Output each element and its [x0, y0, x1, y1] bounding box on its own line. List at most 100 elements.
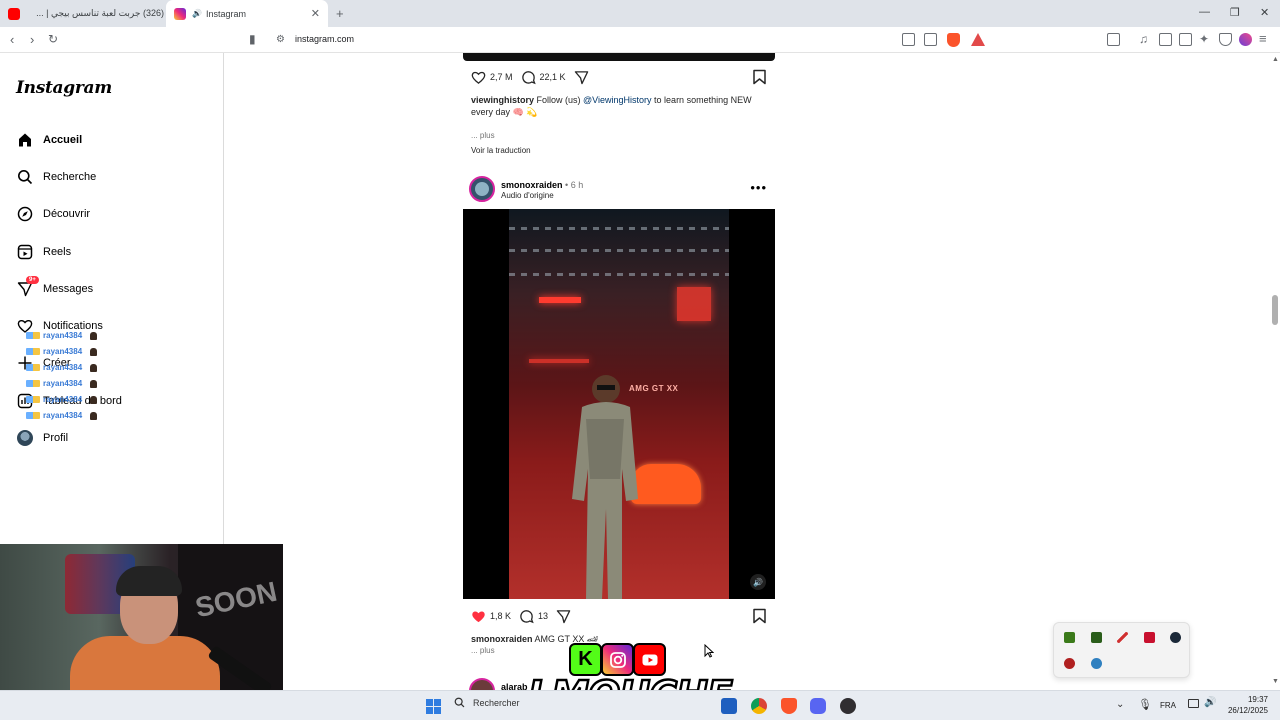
network-icon[interactable]: [1188, 699, 1199, 708]
scroll-up-icon[interactable]: ▲: [1272, 56, 1279, 63]
sidebar-item-search[interactable]: Recherche: [16, 166, 96, 188]
more-options-icon[interactable]: •••: [750, 180, 767, 195]
maximize-icon[interactable]: ❐: [1230, 6, 1240, 19]
url-field[interactable]: instagram.com: [295, 34, 354, 44]
send-icon: [574, 70, 588, 84]
see-translation-link[interactable]: Voir la traduction: [471, 146, 531, 155]
kick-logo: K: [569, 643, 602, 676]
new-tab-icon[interactable]: +: [336, 6, 344, 21]
sidebar-item-reels[interactable]: Reels: [16, 241, 71, 263]
vpn-icon[interactable]: [1219, 33, 1232, 46]
sidebar-toggle-icon[interactable]: [1159, 33, 1172, 46]
steam-icon[interactable]: [1170, 632, 1181, 643]
microphone-icon[interactable]: 🎙: [1138, 698, 1152, 711]
app-icon[interactable]: [1064, 658, 1075, 669]
chevron-up-icon[interactable]: ⌄: [1116, 699, 1124, 710]
instagram-logo[interactable]: Instagram: [16, 78, 112, 98]
chrome-icon[interactable]: [751, 698, 767, 714]
bookmark-icon[interactable]: ▮: [249, 32, 256, 46]
send-icon: [556, 609, 571, 623]
shield-icon[interactable]: [1091, 658, 1102, 669]
caption-more-link[interactable]: ... plus: [471, 646, 495, 655]
caption-username[interactable]: smonoxraiden: [471, 634, 533, 644]
scrollbar-track[interactable]: ▲ ▼: [1270, 53, 1280, 690]
menu-icon[interactable]: ≡: [1259, 31, 1267, 46]
sidebar-item-explore[interactable]: Découvrir: [16, 203, 90, 225]
brave-rewards-icon[interactable]: [971, 33, 985, 46]
sidebar-item-profile[interactable]: Profil: [16, 427, 68, 449]
nvidia-icon[interactable]: [1064, 632, 1075, 643]
forward-icon[interactable]: ›: [30, 32, 34, 47]
taskbar-clock[interactable]: 19:37 26/12/2025: [1222, 694, 1268, 716]
share-icon[interactable]: [924, 33, 937, 46]
tool-icon[interactable]: [1117, 632, 1128, 643]
post-actions: 2,7 M 22,1 K: [471, 69, 597, 85]
tab-youtube[interactable]: (326) جربت لعبة تناسس بيجي | ...: [0, 0, 164, 27]
wallet-icon[interactable]: [1179, 33, 1192, 46]
volume-icon[interactable]: 🔊: [750, 574, 766, 590]
chat-avatar-icon: [90, 395, 98, 404]
store-icon[interactable]: [721, 698, 737, 714]
chat-badge-icons: [26, 348, 40, 355]
comment-button[interactable]: 13: [519, 609, 548, 624]
discord-icon[interactable]: [810, 698, 826, 714]
language-indicator[interactable]: FRA: [1160, 701, 1176, 710]
app-icon[interactable]: [1144, 632, 1155, 643]
reload-icon[interactable]: ↻: [48, 32, 58, 46]
comment-count: 13: [538, 611, 549, 621]
share-button[interactable]: [556, 609, 571, 624]
address-bar: ‹ › ↻ ▮ ⚙ instagram.com ♫ ✦ ≡: [0, 27, 1280, 53]
reel-video-player[interactable]: AMG GT XX 🔊: [463, 209, 775, 599]
like-button[interactable]: 1,8 K: [471, 609, 511, 624]
post-audio-label[interactable]: Audio d'origine: [501, 191, 554, 200]
like-button[interactable]: 2,7 M: [471, 70, 513, 85]
profile-icon[interactable]: [1239, 33, 1252, 46]
brave-icon[interactable]: [781, 698, 797, 714]
site-info-icon[interactable]: ⚙: [276, 34, 285, 45]
close-tab-icon[interactable]: ✕: [311, 7, 320, 20]
sidebar-item-label: Profil: [43, 432, 69, 444]
back-icon[interactable]: ‹: [10, 32, 14, 47]
music-icon[interactable]: ♫: [1139, 32, 1148, 46]
avatar[interactable]: [469, 176, 495, 202]
home-icon: [16, 131, 34, 149]
caption-more-link[interactable]: ... plus: [471, 131, 495, 140]
chat-line: rayan4384: [26, 395, 98, 404]
windows-taskbar: Rechercher ⌄ 🎙 FRA 🔊 19:37 26/12/2025: [0, 690, 1280, 720]
close-window-icon[interactable]: ✕: [1260, 6, 1269, 19]
tab-instagram[interactable]: 🔊 Instagram ✕: [166, 0, 328, 27]
scroll-down-icon[interactable]: ▼: [1272, 678, 1279, 685]
windows-start-icon[interactable]: [426, 699, 441, 714]
post-username[interactable]: alarab: [501, 682, 528, 690]
obs-icon[interactable]: [840, 698, 856, 714]
share-button[interactable]: [574, 70, 589, 85]
caption-mention[interactable]: @ViewingHistory: [583, 95, 652, 105]
cast-icon[interactable]: [902, 33, 915, 46]
chat-line: rayan4384: [26, 379, 98, 388]
sidebar-item-label: Messages: [43, 283, 94, 295]
caption-username[interactable]: viewinghistory: [471, 95, 534, 105]
comment-button[interactable]: 22,1 K: [521, 70, 566, 85]
comment-icon: [520, 609, 534, 623]
media-player-icon[interactable]: [1091, 632, 1102, 643]
brave-shield-icon[interactable]: [947, 33, 960, 47]
volume-icon[interactable]: 🔊: [1204, 697, 1216, 708]
like-count: 2,7 M: [490, 72, 513, 82]
messenger-icon: 9+: [16, 276, 39, 298]
sidebar-item-home[interactable]: Accueil: [16, 129, 82, 151]
minimize-icon[interactable]: —: [1199, 6, 1210, 18]
sidebar-item-messages[interactable]: 9+ Messages: [16, 276, 94, 300]
avatar-icon: [16, 429, 34, 447]
instagram-icon: [174, 7, 186, 20]
extensions-icon[interactable]: ✦: [1199, 32, 1209, 46]
reels-icon: [16, 243, 34, 261]
chat-avatar-icon: [90, 363, 98, 372]
save-icon[interactable]: [752, 608, 767, 624]
chat-badge-icons: [26, 380, 40, 387]
save-icon[interactable]: [752, 69, 767, 85]
leo-icon[interactable]: [1107, 33, 1120, 46]
sidebar-item-label: Reels: [43, 246, 72, 258]
taskbar-search[interactable]: Rechercher: [454, 697, 520, 708]
post-username[interactable]: smonoxraiden • 6 h: [501, 180, 583, 190]
scrollbar-thumb[interactable]: [1272, 295, 1278, 325]
